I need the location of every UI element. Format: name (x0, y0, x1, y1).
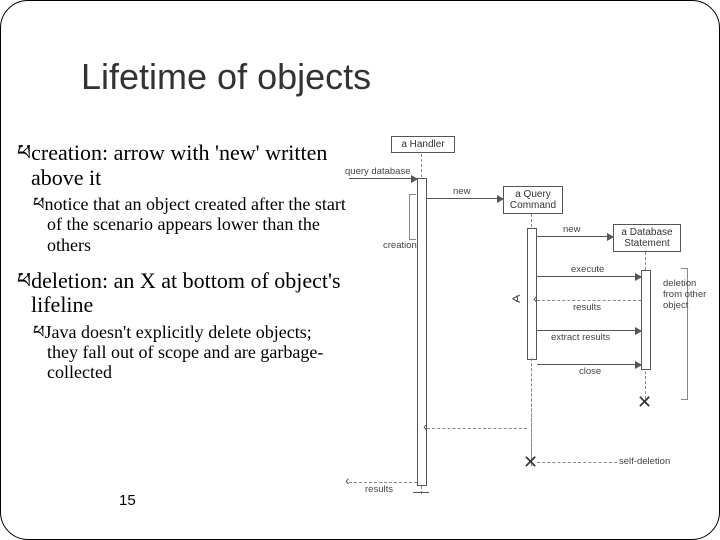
return-results-final (349, 482, 417, 483)
bullet-icon: ཕ (17, 140, 31, 165)
object-query-command: a Query Command (503, 186, 563, 214)
message-extract-results (537, 330, 641, 331)
label-close: close (579, 366, 601, 377)
bullet-icon: ཕ (17, 268, 31, 293)
return-results-1 (537, 300, 641, 301)
angle-icon: ∢ (511, 292, 521, 306)
object-handler: a Handler (391, 136, 455, 153)
label-extract-results: extract results (551, 332, 610, 343)
bullet-icon: ཕ (33, 194, 45, 214)
activation-dbstmt (641, 270, 651, 370)
message-close (537, 364, 641, 365)
brace-creation (409, 194, 416, 240)
activation-handler (417, 178, 427, 486)
x-self-deletion: ✕ (523, 452, 538, 473)
bullet-creation: ཕcreation: arrow with 'new' written abov… (17, 141, 347, 190)
label-new-1: new (453, 186, 470, 197)
message-query-database (349, 178, 417, 179)
annotation-self-deletion: self-deletion (619, 456, 670, 467)
label-new-2: new (563, 224, 580, 235)
slide-frame: Lifetime of objects ཕcreation: arrow wit… (0, 0, 720, 540)
bullet-deletion-sub: ཕJava doesn't explicitly delete objects;… (33, 322, 347, 382)
message-new-querycmd (427, 198, 503, 199)
bullet-creation-sub-text: notice that an object created after the … (45, 194, 346, 254)
bullet-creation-sub: ཕnotice that an object created after the… (33, 194, 347, 254)
label-results-2: results (365, 484, 393, 495)
bullet-deletion: ཕdeletion: an X at bottom of object's li… (17, 269, 347, 318)
message-new-dbstmt (537, 236, 613, 237)
lifeline-querycmd-tail (531, 358, 532, 458)
return-results-2 (427, 428, 527, 429)
page-number: 15 (119, 492, 136, 509)
annotation-line-self-deletion (537, 462, 617, 463)
x-deletion-dbstmt: ✕ (637, 392, 652, 413)
bullet-list: ཕcreation: arrow with 'new' written abov… (17, 141, 347, 396)
sequence-diagram: a Handler query database new a Query Com… (351, 136, 711, 506)
label-results-1: results (573, 302, 601, 313)
object-database-statement: a Database Statement (613, 224, 681, 252)
message-execute (537, 276, 641, 277)
annotation-deletion-other: deletion from other object (663, 278, 706, 311)
slide-title: Lifetime of objects (81, 56, 371, 98)
bullet-deletion-sub-text: Java doesn't explicitly delete objects; … (45, 322, 324, 382)
label-execute: execute (571, 264, 604, 275)
label-query-database: query database (345, 166, 411, 177)
bullet-deletion-text: deletion: an X at bottom of object's lif… (31, 268, 341, 318)
bullet-icon: ཕ (33, 322, 45, 342)
annotation-creation: creation (383, 240, 417, 251)
lifeline-end-tick (413, 492, 429, 493)
bullet-creation-text: creation: arrow with 'new' written above… (31, 140, 327, 190)
